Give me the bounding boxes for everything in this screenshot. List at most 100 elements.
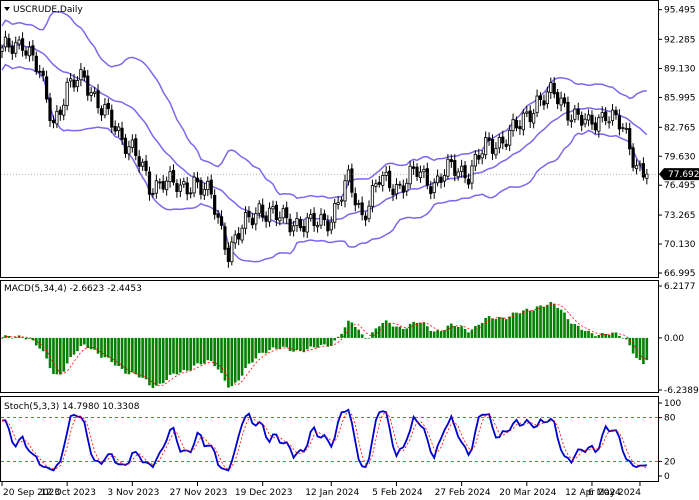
candle-body [628, 128, 632, 150]
macd-bar [271, 337, 275, 348]
macd-bar [645, 337, 649, 361]
candle-body [370, 185, 375, 207]
macd-bar [450, 323, 453, 338]
candle-body [343, 180, 347, 202]
macd-bar [189, 337, 192, 371]
macd-bar [131, 337, 134, 373]
x-tick-label: 27 Nov 2023 [170, 488, 228, 498]
candle-body [429, 186, 433, 194]
macd-bar [460, 326, 463, 338]
candle-body [436, 175, 440, 184]
candle-body [422, 169, 426, 173]
candle-body [202, 188, 206, 196]
candle [350, 163, 354, 198]
candle-body [151, 192, 155, 195]
macd-bar [563, 312, 566, 338]
candle-body [504, 143, 508, 147]
candle-body [165, 180, 169, 191]
candle-body [501, 136, 505, 144]
candle-body [195, 177, 200, 183]
candle [631, 143, 635, 172]
candle-body [442, 175, 447, 182]
candle-body [20, 38, 25, 51]
candle-body [113, 126, 117, 132]
candle-body [401, 185, 405, 193]
macd-bar [59, 337, 62, 375]
candle-body [377, 181, 381, 185]
macd-bar [203, 337, 206, 364]
macd-bar [220, 337, 223, 374]
candle-body [569, 119, 573, 122]
macd-bar [326, 337, 330, 347]
candle-body [490, 138, 495, 154]
stoch-label: Stoch(5,3,3) 14.7980 10.3308 [4, 402, 140, 412]
candle-body [199, 180, 203, 195]
candle-body [185, 182, 189, 195]
macd-bar [79, 337, 83, 346]
candle-body [192, 176, 196, 194]
candle-body [473, 153, 477, 167]
macd-bar [484, 318, 487, 338]
macd-bar [148, 337, 151, 386]
candle-body [189, 192, 193, 195]
candle-body [638, 163, 642, 166]
candle-body [230, 241, 234, 263]
candle-body [497, 137, 501, 149]
stoch-tick-label: 20 [664, 457, 676, 467]
macd-bar [299, 337, 302, 351]
candle-body [391, 188, 395, 196]
macd-bar [45, 337, 48, 359]
macd-bar [285, 337, 288, 348]
candle-body [494, 148, 498, 156]
candle-body [120, 127, 124, 140]
candle-body [103, 104, 107, 116]
candle-body [525, 111, 529, 114]
macd-bar [216, 337, 220, 370]
candle-body [127, 146, 131, 155]
candle-body [535, 95, 539, 114]
macd-bar [522, 310, 525, 338]
chart-svg: 95.495 92.285 89.130 85.995 82.765 79.630 76.4… [0, 0, 699, 500]
candle-body [298, 219, 303, 229]
candle-body [631, 147, 635, 168]
candle-body [254, 213, 258, 225]
price-tick-label: 79.630 [664, 152, 696, 162]
candle-body [552, 82, 556, 95]
macd-bar [172, 337, 175, 374]
candle-body [326, 220, 330, 232]
macd-bar [155, 337, 158, 386]
candle-body [466, 178, 471, 185]
macd-bar [422, 322, 426, 338]
macd-tick-label: 6.2177 [664, 282, 696, 292]
candle-body [604, 111, 608, 122]
candle-body [580, 114, 584, 126]
candle-body [634, 165, 639, 170]
macd-bar [319, 337, 323, 345]
macd-bar [100, 337, 103, 358]
macd-bar [528, 310, 532, 338]
macd-bar [182, 337, 186, 370]
candle-body [75, 80, 80, 88]
macd-bar [227, 337, 230, 388]
candle-body [357, 202, 361, 205]
macd-bar [566, 319, 570, 338]
candle-body [477, 154, 481, 160]
candle-body [233, 234, 237, 244]
macd-bar [405, 328, 409, 338]
candle-body [137, 156, 141, 167]
macd-bar [415, 322, 419, 338]
candle-body [418, 171, 423, 179]
macd-bar [439, 331, 443, 338]
macd-bar [518, 313, 522, 338]
candle-body [562, 97, 567, 104]
macd-bar [107, 337, 110, 358]
macd-bar [391, 326, 395, 338]
macd-bar [556, 307, 559, 338]
candle-body [96, 90, 100, 109]
candle-body [305, 217, 309, 233]
candle-body [34, 55, 38, 72]
candle-body [257, 203, 261, 214]
candle-body [58, 109, 62, 115]
macd-bar [412, 321, 415, 338]
candle-body [302, 225, 306, 232]
